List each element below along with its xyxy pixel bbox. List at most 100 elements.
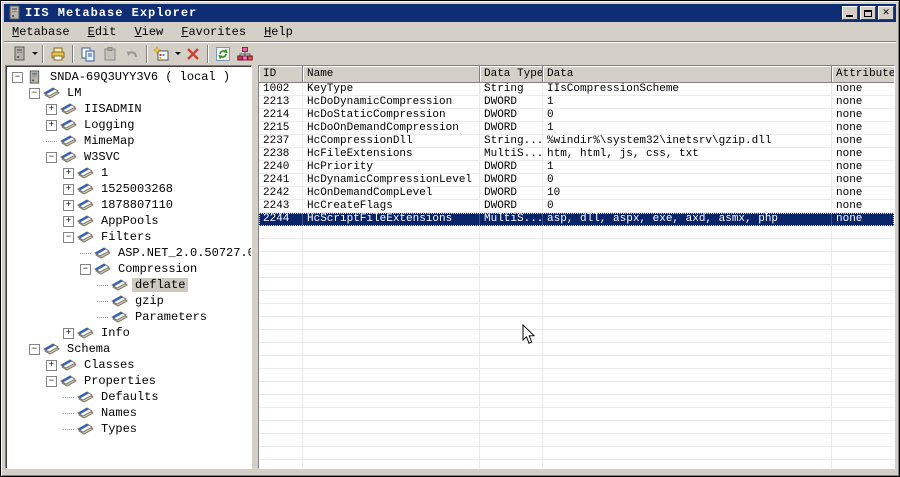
tree-item-logging[interactable]: + Logging (6, 117, 251, 133)
tree-connector (63, 396, 74, 398)
connect-button[interactable] (8, 44, 30, 64)
maximize-button[interactable] (860, 6, 876, 20)
tree-item-iisadmin[interactable]: + IISADMIN (6, 101, 251, 117)
tree-item-1525003268[interactable]: +1525003268 (6, 181, 251, 197)
empty-cell (303, 304, 480, 317)
cell-id: 2237 (259, 135, 303, 148)
table-row[interactable]: 2240 HcPriority DWORD 1 none (259, 161, 894, 174)
tree-item-properties[interactable]: − Properties (6, 373, 251, 389)
tree-item-classes[interactable]: + Classes (6, 357, 251, 373)
empty-cell (303, 343, 480, 356)
expand-icon[interactable]: + (63, 327, 74, 339)
copy-button[interactable] (77, 44, 99, 64)
delete-button[interactable] (182, 44, 204, 64)
empty-cell (259, 226, 303, 239)
column-header-attributes[interactable]: Attributes (832, 66, 894, 83)
empty-cell (259, 239, 303, 252)
expand-icon[interactable]: + (63, 199, 74, 211)
menu-edit[interactable]: Edit (84, 23, 125, 41)
tree-item-w3svc[interactable]: − W3SVC (6, 149, 251, 165)
tree-item-filters[interactable]: − Filters (6, 229, 251, 245)
empty-cell (543, 317, 832, 330)
empty-cell (259, 252, 303, 265)
cell-type: String... (480, 135, 543, 148)
new-key-dropdown[interactable] (173, 44, 182, 64)
collapse-icon[interactable]: − (80, 263, 91, 275)
empty-cell (480, 252, 543, 265)
title-bar[interactable]: IIS Metabase Explorer ✕ (4, 4, 896, 22)
expand-icon[interactable]: + (63, 215, 74, 227)
tree-item-parameters[interactable]: Parameters (6, 309, 251, 325)
table-row[interactable]: 2242 HcOnDemandCompLevel DWORD 10 none (259, 187, 894, 200)
table-row[interactable]: 2237 HcCompressionDll String... %windir%\sy… (259, 135, 894, 148)
paste-button[interactable] (99, 44, 121, 64)
table-row[interactable]: 2213 HcDoDynamicCompression DWORD 1 none (259, 96, 894, 109)
tree-item-lm[interactable]: − LM (6, 85, 251, 101)
empty-cell (832, 460, 894, 468)
tree-item-mimemap[interactable]: MimeMap (6, 133, 251, 149)
column-header-name[interactable]: Name (303, 66, 480, 83)
refresh-button[interactable] (212, 44, 234, 64)
cell-attributes: none (832, 135, 894, 148)
table-row[interactable]: 2215 HcDoOnDemandCompression DWORD 1 none (259, 122, 894, 135)
tree-connector (63, 412, 74, 414)
expand-icon[interactable]: + (63, 183, 74, 195)
table-row[interactable]: 2244 HcScriptFileExtensions MultiS... asp, … (259, 213, 894, 226)
table-row[interactable]: 1002 KeyType String IIsCompressionScheme non… (259, 83, 894, 96)
menu-favorites[interactable]: Favorites (177, 23, 254, 41)
empty-cell (303, 291, 480, 304)
collapse-icon[interactable]: − (46, 151, 57, 163)
menu-metabase[interactable]: Metabase (8, 23, 78, 41)
collapse-icon[interactable]: − (63, 231, 74, 243)
key-icon (77, 326, 94, 340)
tree-item-1[interactable]: +1 (6, 165, 251, 181)
tree-item-defaults[interactable]: Defaults (6, 389, 251, 405)
tree-item-gzip[interactable]: gzip (6, 293, 251, 309)
collapse-icon[interactable]: − (29, 87, 40, 99)
tree-item-asp-net-2-0-50727-0[interactable]: ASP.NET_2.0.50727.0 (6, 245, 251, 261)
empty-cell (303, 408, 480, 421)
table-row[interactable]: 2241 HcDynamicCompressionLevel DWORD 0 none (259, 174, 894, 187)
collapse-icon[interactable]: − (12, 71, 23, 83)
close-button[interactable]: ✕ (878, 6, 894, 20)
empty-cell (480, 434, 543, 447)
collapse-icon[interactable]: − (29, 343, 40, 355)
tree-item-types[interactable]: Types (6, 421, 251, 437)
tree-item-label: deflate (132, 278, 189, 292)
column-header-id[interactable]: ID (259, 66, 303, 83)
empty-cell (543, 330, 832, 343)
table-row[interactable]: 2238 HcFileExtensions MultiS... htm, html, … (259, 148, 894, 161)
menu-view[interactable]: View (130, 23, 171, 41)
tree-item-info[interactable]: + Info (6, 325, 251, 341)
minimize-button[interactable] (842, 6, 858, 20)
tree-item-1878807110[interactable]: +1878807110 (6, 197, 251, 213)
expand-icon[interactable]: + (46, 119, 57, 131)
new-key-button[interactable] (151, 44, 173, 64)
org-view-button[interactable] (234, 44, 256, 64)
key-icon (60, 358, 77, 372)
collapse-icon[interactable]: − (46, 375, 57, 387)
column-header-data-type[interactable]: Data Type (480, 66, 543, 83)
column-header-data[interactable]: Data (543, 66, 832, 83)
table-empty-row (259, 317, 894, 330)
table-empty-row (259, 408, 894, 421)
expand-icon[interactable]: + (46, 359, 57, 371)
tree-item-compression[interactable]: − Compression (6, 261, 251, 277)
tree-item-snda-69q3uyy3v6-local[interactable]: − SNDA-69Q3UYY3V6 ( local ) (6, 69, 251, 85)
export-button[interactable] (47, 44, 69, 64)
menu-help[interactable]: Help (260, 23, 301, 41)
empty-cell (303, 421, 480, 434)
table-row[interactable]: 2243 HcCreateFlags DWORD 0 none (259, 200, 894, 213)
undo-button[interactable] (121, 44, 143, 64)
tree-item-deflate[interactable]: deflate (6, 277, 251, 293)
tree-item-names[interactable]: Names (6, 405, 251, 421)
tree-item-apppools[interactable]: + AppPools (6, 213, 251, 229)
expand-icon[interactable]: + (46, 103, 57, 115)
tree-item-schema[interactable]: − Schema (6, 341, 251, 357)
table-row[interactable]: 2214 HcDoStaticCompression DWORD 0 none (259, 109, 894, 122)
expand-icon[interactable]: + (63, 167, 74, 179)
table-empty-row (259, 226, 894, 239)
tree-item-label: Types (101, 422, 138, 436)
connect-dropdown[interactable] (30, 44, 39, 64)
cell-data: 1 (543, 122, 832, 135)
